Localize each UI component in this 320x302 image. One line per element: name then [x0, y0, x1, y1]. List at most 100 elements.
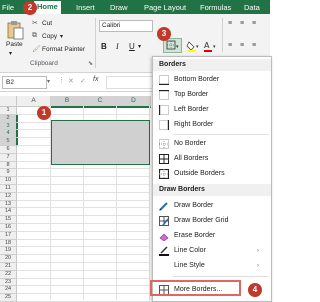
line-color-icon — [159, 246, 169, 256]
row-header-13[interactable]: 13 — [0, 200, 17, 209]
menu-item-label: All Borders — [174, 155, 209, 162]
tab-data[interactable]: Data — [244, 3, 260, 12]
row-header-18[interactable]: 18 — [0, 239, 17, 248]
align-icon[interactable]: ≡ — [252, 42, 256, 49]
row-header-22[interactable]: 22 — [0, 270, 17, 279]
copy-dropdown-icon[interactable]: ▾ — [60, 33, 63, 40]
row-header-21[interactable]: 21 — [0, 263, 17, 271]
menu-item-label: Line Style — [174, 262, 205, 269]
selected-range[interactable] — [51, 120, 150, 165]
menu-item-label: Left Border — [174, 106, 209, 113]
menu-item-line-style[interactable]: Line Style › — [153, 259, 271, 273]
row-header-12[interactable]: 12 — [0, 192, 17, 201]
row-header-15[interactable]: 15 — [0, 216, 17, 224]
paste-button[interactable] — [6, 20, 24, 40]
select-all-corner[interactable] — [0, 96, 17, 107]
align-icon[interactable]: ≡ — [240, 20, 244, 27]
cut-button[interactable]: Cut — [42, 20, 52, 27]
row-header-17[interactable]: 17 — [0, 231, 17, 240]
tab-home[interactable]: Home — [34, 1, 61, 14]
underline-dropdown-icon[interactable]: ▾ — [138, 43, 141, 50]
menu-item-label: Right Border — [174, 121, 214, 128]
tab-draw[interactable]: Draw — [110, 3, 128, 12]
tab-insert[interactable]: Insert — [76, 3, 95, 12]
row-header-4[interactable]: 4 — [0, 130, 18, 139]
menu-item-right-border[interactable]: Right Border — [153, 118, 271, 132]
menu-item-label: Draw Border — [174, 202, 214, 209]
align-icon[interactable]: ≡ — [228, 20, 232, 27]
menu-item-all-borders[interactable]: All Borders — [153, 152, 271, 166]
name-box-dropdown-icon[interactable]: ▾ — [47, 78, 50, 85]
bottom-border-icon — [159, 75, 169, 85]
align-icon[interactable]: ≡ — [240, 42, 244, 49]
menu-item-label: Line Color — [174, 247, 206, 254]
fx-button[interactable]: fx — [93, 76, 98, 83]
scissors-icon: ✂ — [32, 20, 38, 27]
name-box-value: B2 — [6, 79, 14, 86]
menu-item-draw-border[interactable]: Draw Border — [153, 199, 271, 213]
tab-formulas[interactable]: Formulas — [200, 3, 231, 12]
menu-item-label: No Border — [174, 140, 206, 147]
row-header-25[interactable]: 25 — [0, 294, 17, 302]
row-header-23[interactable]: 23 — [0, 278, 17, 287]
copy-icon: ⧉ — [32, 32, 37, 39]
bold-button[interactable]: B — [101, 42, 107, 51]
borders-icon: ▾ — [166, 40, 179, 50]
tab-page-layout[interactable]: Page Layout — [144, 3, 186, 12]
paste-dropdown-icon[interactable]: ▾ — [9, 50, 12, 57]
menu-item-draw-border-grid[interactable]: Draw Border Grid — [153, 214, 271, 228]
left-border-icon — [159, 105, 169, 115]
row-header-5[interactable]: 5 — [0, 138, 18, 146]
row-header-8[interactable]: 8 — [0, 161, 17, 170]
menu-item-outside-borders[interactable]: Outside Borders — [153, 167, 271, 181]
menu-item-label: Erase Border — [174, 232, 216, 239]
row-header-2[interactable]: 2 — [0, 114, 18, 123]
menu-item-erase-border[interactable]: Erase Border — [153, 229, 271, 243]
ribbon-tabs: File Home Insert Draw Page Layout Formul… — [0, 0, 270, 14]
menu-item-left-border[interactable]: Left Border — [153, 103, 271, 117]
row-header-11[interactable]: 11 — [0, 185, 17, 193]
row-header-16[interactable]: 16 — [0, 224, 17, 232]
row-header-24[interactable]: 24 — [0, 286, 17, 295]
paste-icon — [7, 21, 24, 40]
menu-item-label: Bottom Border — [174, 76, 220, 83]
row-header-19[interactable]: 19 — [0, 247, 17, 256]
format-painter-button[interactable]: Format Painter — [42, 46, 85, 53]
row-header-9[interactable]: 9 — [0, 169, 17, 178]
align-icon[interactable]: ≡ — [252, 20, 256, 27]
copy-button[interactable]: Copy — [42, 33, 57, 40]
row-header-1[interactable]: 1 — [0, 107, 17, 115]
align-icon[interactable]: ≡ — [228, 42, 232, 49]
row-header-6[interactable]: 6 — [0, 146, 17, 154]
enter-icon[interactable]: ✓ — [80, 77, 86, 85]
font-color-button[interactable]: A ▾ — [203, 40, 217, 52]
underline-button[interactable]: U — [129, 42, 135, 51]
row-header-20[interactable]: 20 — [0, 255, 17, 263]
column-header-c[interactable]: C — [84, 96, 117, 108]
column-header-d[interactable]: D — [117, 96, 151, 108]
formula-input[interactable] — [106, 76, 154, 89]
menu-item-no-border[interactable]: No Border — [153, 137, 271, 151]
menu-item-line-color[interactable]: Line Color › — [153, 244, 271, 258]
menu-item-top-border[interactable]: Top Border — [153, 88, 271, 102]
step-callout-2: 2 — [23, 1, 37, 15]
cancel-icon[interactable]: ✕ — [68, 77, 74, 85]
row-header-7[interactable]: 7 — [0, 153, 17, 162]
menu-item-label: Outside Borders — [174, 170, 225, 177]
row-header-10[interactable]: 10 — [0, 177, 17, 185]
svg-text:A: A — [204, 41, 210, 50]
format-painter-icon: 🖌 — [32, 46, 41, 53]
fill-color-button[interactable]: ▾ — [186, 40, 200, 52]
eraser-icon — [159, 233, 169, 241]
font-name-box[interactable]: Calibri — [99, 20, 153, 32]
row-header-3[interactable]: 3 — [0, 122, 18, 131]
row-header-14[interactable]: 14 — [0, 208, 17, 217]
borders-section-header: Borders — [153, 59, 271, 71]
italic-button[interactable]: I — [116, 42, 119, 51]
clipboard-launcher-icon[interactable]: ⬊ — [88, 60, 93, 67]
column-header-b[interactable]: B — [51, 96, 84, 108]
tab-file[interactable]: File — [2, 3, 14, 12]
name-box[interactable]: B2 — [2, 76, 47, 89]
menu-item-bottom-border[interactable]: Bottom Border — [153, 73, 271, 87]
more-borders-highlight — [150, 280, 241, 296]
